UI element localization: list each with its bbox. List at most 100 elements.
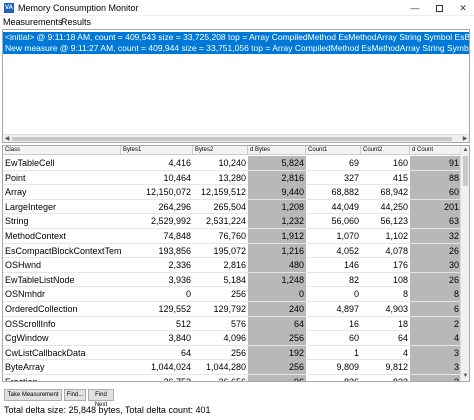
scroll-down-icon[interactable]: ▼ [461, 372, 469, 381]
table-cell: 108 [392, 274, 408, 285]
minimize-button[interactable]: — [404, 0, 426, 16]
scroll-right-icon[interactable]: ▶ [461, 135, 469, 142]
table-row[interactable]: OrderedCollection 129,552 129,792 240 4,897 4… [3, 302, 461, 317]
measurement-log-list[interactable]: <initial> @ 9:11:18 AM, count = 409,543 … [2, 29, 470, 143]
table-cell: 3 [410, 345, 461, 360]
table-cell: EsCompactBlockContextTemplate [5, 245, 121, 256]
table-row[interactable]: OSNmhdr 0 256 0 0 8 8 [3, 287, 461, 302]
table-cell: 64 [248, 316, 306, 331]
table-cell: 0 [353, 289, 359, 300]
scrollbar-thumb[interactable] [12, 137, 452, 141]
scroll-up-icon[interactable]: ▲ [461, 146, 469, 155]
column-header[interactable]: Count1 [306, 146, 361, 155]
table-cell: 3 [410, 360, 461, 375]
table-row[interactable]: ByteArray 1,044,024 1,044,280 256 9,809 9,812… [3, 360, 461, 375]
table-cell: CwListCallbackData [5, 347, 86, 358]
take-measurement-button[interactable]: Take Measurement [4, 389, 62, 401]
table-cell: 195,072 [213, 245, 246, 256]
table-cell: LargeInteger [5, 201, 57, 212]
log-line[interactable]: <initial> @ 9:11:18 AM, count = 409,543 … [3, 32, 469, 43]
table-cell: 64 [180, 347, 191, 358]
table-cell: 6 [410, 302, 461, 316]
close-button[interactable]: ✕ [452, 0, 474, 16]
scroll-left-icon[interactable]: ◀ [3, 135, 11, 142]
table-row[interactable]: CgWindow 3,840 4,096 256 60 64 4 [3, 331, 461, 346]
menu-measurements[interactable]: Measurements [3, 17, 63, 27]
table-cell: 68,942 [380, 187, 408, 198]
table-cell: 265,504 [213, 201, 246, 212]
table-row[interactable]: EsCompactBlockContextTemplate 193,856 195,… [3, 243, 461, 259]
table-cell: 88 [410, 170, 461, 185]
table-row[interactable]: CwListCallbackData 64 256 192 1 4 3 [3, 345, 461, 361]
table-cell: 193,856 [158, 245, 191, 256]
table-cell: 69 [348, 158, 359, 168]
table-cell: 26,752 [163, 377, 191, 382]
table-cell: 129,552 [158, 304, 191, 314]
table-cell: 256 [248, 360, 306, 375]
column-header[interactable]: d Bytes [248, 146, 306, 155]
table-cell: 0 [248, 287, 306, 302]
table-cell: 76,760 [218, 231, 246, 241]
column-header[interactable]: d Count [410, 146, 461, 155]
maximize-button[interactable] [428, 0, 450, 16]
log-line[interactable]: New measure @ 9:11:27 AM, count = 409,94… [3, 43, 469, 54]
table-cell: 327 [343, 172, 359, 183]
table-row[interactable]: String 2,529,992 2,531,224 1,232 56,060 56,12… [3, 214, 461, 229]
table-cell: 68,882 [331, 187, 359, 198]
table-cell: OSScrollInfo [5, 318, 56, 329]
table-cell: 129,792 [213, 304, 246, 314]
table-cell: ByteArray [5, 362, 45, 373]
table-cell: 9,812 [385, 362, 408, 373]
maximize-icon [435, 5, 443, 13]
table-cell: 60 [348, 333, 359, 344]
table-cell: 26 [410, 272, 461, 287]
table-row[interactable]: Fraction 26,752 26,656 -96 836 833 -3 [3, 375, 461, 382]
table-cell: 2,529,992 [150, 216, 191, 227]
table-cell: 4,416 [168, 158, 191, 168]
table-cell: 9,809 [336, 362, 359, 373]
table-cell: 1,912 [248, 229, 306, 243]
table-cell: 10,464 [163, 172, 191, 183]
table-cell: 2,336 [168, 260, 191, 271]
table-cell: 1,102 [385, 231, 408, 241]
title-bar: VA Memory Consumption Monitor — ✕ [0, 0, 474, 16]
column-header[interactable]: Count2 [361, 146, 410, 155]
column-header[interactable]: Bytes1 [121, 146, 193, 155]
results-table: Class Bytes1 Bytes2 d Bytes Count1 Count2 d Co… [2, 145, 470, 382]
table-row[interactable]: OSHwnd 2,336 2,816 480 146 176 30 [3, 258, 461, 273]
column-header[interactable]: Bytes2 [193, 146, 248, 155]
table-cell: 64 [397, 333, 408, 344]
menu-bar: Measurements Results [0, 16, 474, 28]
table-cell: 9,440 [248, 185, 306, 200]
table-cell: 5,184 [223, 274, 246, 285]
table-cell: Fraction [5, 377, 38, 382]
table-cell: 1,070 [336, 231, 359, 241]
table-cell: -3 [410, 375, 461, 381]
column-header[interactable]: Class [3, 146, 121, 155]
table-cell: 833 [392, 377, 408, 382]
table-row[interactable]: MethodContext 74,848 76,760 1,912 1,070 1,102… [3, 229, 461, 244]
scrollbar-thumb[interactable] [463, 156, 468, 186]
table-row[interactable]: OSScrollInfo 512 576 64 16 18 2 [3, 316, 461, 332]
table-row[interactable]: Array 12,150,072 12,159,512 9,440 68,882 68,9… [3, 185, 461, 200]
table-row[interactable]: EwTableCell 4,416 10,240 5,824 69 160 91 [3, 156, 461, 171]
table-cell: 0 [185, 289, 191, 300]
table-cell: 415 [392, 172, 408, 183]
table-cell: 60 [410, 185, 461, 200]
table-cell: 256 [248, 331, 306, 346]
table-row[interactable]: LargeInteger 264,296 265,504 1,208 44,049 44,… [3, 199, 461, 215]
table-cell: 240 [248, 302, 306, 316]
table-row[interactable]: EwTableListNode 3,936 5,184 1,248 82 108 26 [3, 272, 461, 288]
horizontal-scrollbar[interactable]: ◀ ▶ [3, 134, 469, 142]
table-cell: 4,078 [385, 245, 408, 256]
table-cell: 836 [343, 377, 359, 382]
table-cell: 256 [230, 289, 246, 300]
table-cell: 8 [402, 289, 408, 300]
find-button[interactable]: Find... [64, 389, 86, 401]
vertical-scrollbar[interactable]: ▲ ▼ [460, 146, 469, 381]
find-next-button[interactable]: Find Next [88, 389, 114, 408]
menu-results[interactable]: Results [61, 17, 91, 27]
table-cell: 82 [348, 274, 359, 285]
table-row[interactable]: Point 10,464 13,280 2,816 327 415 88 [3, 170, 461, 186]
table-cell: 10,240 [218, 158, 246, 168]
